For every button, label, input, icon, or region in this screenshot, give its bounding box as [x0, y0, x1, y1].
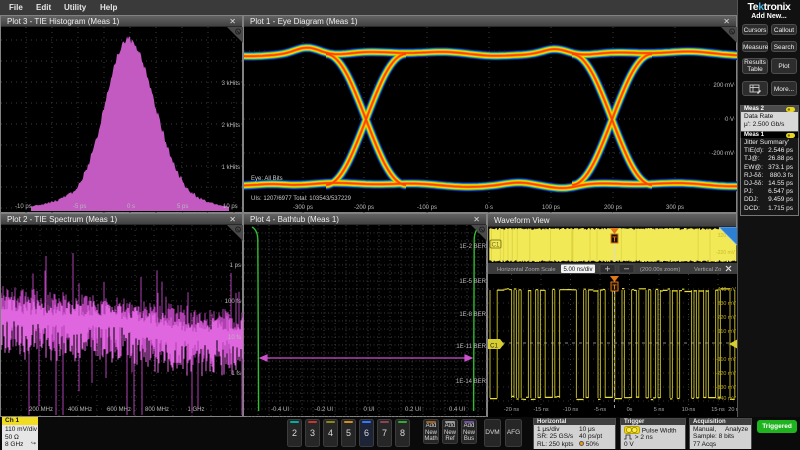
svg-text:300 ps: 300 ps: [666, 205, 684, 211]
svg-text:330 mV: 330 mV: [717, 301, 736, 307]
svg-text:(200.00x zoom): (200.00x zoom): [640, 267, 680, 273]
svg-text:-0.2 UI: -0.2 UI: [315, 407, 333, 413]
svg-text:440 mV: 440 mV: [717, 287, 736, 293]
svg-text:-5 ps: -5 ps: [73, 204, 86, 210]
svg-text:-440 mV: -440 mV: [716, 396, 737, 402]
svg-text:2 kHits: 2 kHits: [222, 123, 240, 129]
svg-text:1 kHits: 1 kHits: [222, 165, 240, 171]
svg-text:200 mV: 200 mV: [713, 83, 734, 89]
svg-text:0 UI: 0 UI: [363, 407, 374, 413]
svg-text:-300 ps: -300 ps: [293, 205, 313, 211]
svg-text:T: T: [612, 237, 617, 244]
svg-text:110 mV: 110 mV: [718, 329, 737, 335]
svg-text:100 fs: 100 fs: [225, 299, 241, 305]
svg-text:Vertical Zo: Vertical Zo: [694, 267, 721, 273]
svg-text:3 kHits: 3 kHits: [222, 81, 240, 87]
svg-text:Eye: All Bits: Eye: All Bits: [251, 176, 283, 182]
svg-text:15 ns: 15 ns: [711, 407, 725, 413]
svg-text:0 s: 0 s: [485, 205, 493, 211]
svg-text:1E-5 BER: 1E-5 BER: [459, 279, 486, 285]
svg-text:Horizontal Zoom Scale: Horizontal Zoom Scale: [497, 267, 556, 273]
svg-text:1E-14 BER: 1E-14 BER: [456, 379, 487, 385]
svg-text:-200 ps: -200 ps: [354, 205, 374, 211]
svg-text:-20 ns: -20 ns: [504, 407, 520, 413]
svg-text:0 s: 0 s: [127, 204, 135, 210]
svg-text:-220 mV: -220 mV: [716, 250, 736, 256]
svg-text:1E-2 BER: 1E-2 BER: [459, 244, 486, 250]
svg-text:5 ps: 5 ps: [177, 204, 188, 210]
svg-text:0.4 UI: 0.4 UI: [449, 407, 465, 413]
svg-text:C1: C1: [490, 344, 498, 350]
svg-text:1 fs: 1 fs: [231, 371, 241, 377]
svg-text:0 V: 0 V: [725, 117, 734, 123]
svg-text:1E-8 BER: 1E-8 BER: [459, 312, 486, 318]
svg-text:-10 ns: -10 ns: [563, 407, 579, 413]
svg-text:5 ns: 5 ns: [654, 407, 665, 413]
svg-text:10 fs: 10 fs: [228, 335, 241, 341]
svg-text:-200 mV: -200 mV: [711, 151, 734, 157]
svg-text:1E-11 BER: 1E-11 BER: [456, 344, 486, 350]
svg-text:1 ps: 1 ps: [230, 263, 241, 269]
svg-text:-100 ps: -100 ps: [417, 205, 437, 211]
svg-text:100 ps: 100 ps: [542, 205, 560, 211]
svg-text:220 mV: 220 mV: [717, 315, 736, 321]
svg-text:-330 mV: -330 mV: [716, 385, 737, 391]
svg-text:UIs: 1207/6977 Total:: UIs: 1207/6977 Total: 103543/537229: [251, 196, 352, 202]
svg-text:-5 ns: -5 ns: [594, 407, 606, 413]
svg-text:400 MHz: 400 MHz: [68, 407, 92, 413]
svg-text:200 MHz: 200 MHz: [29, 407, 53, 413]
svg-text:-110 mV: -110 mV: [716, 357, 736, 363]
svg-text:0.2 UI: 0.2 UI: [405, 407, 421, 413]
svg-text:-220 mV: -220 mV: [716, 371, 737, 377]
svg-text:C1: C1: [492, 243, 500, 249]
svg-text:600 MHz: 600 MHz: [107, 407, 131, 413]
svg-text:1 GHz: 1 GHz: [187, 407, 204, 413]
svg-text:800 MHz: 800 MHz: [145, 407, 169, 413]
svg-text:10 ns: 10 ns: [682, 407, 696, 413]
svg-text:-15 ns: -15 ns: [533, 407, 549, 413]
svg-text:T: T: [612, 285, 617, 292]
svg-text:-0.4 UI: -0.4 UI: [271, 407, 289, 413]
svg-text:10 ps: 10 ps: [223, 204, 238, 210]
svg-text:-10 ps: -10 ps: [15, 204, 32, 210]
svg-text:0s: 0s: [627, 407, 633, 413]
svg-text:200 ps: 200 ps: [604, 205, 622, 211]
svg-text:5.00 ns/div: 5.00 ns/div: [563, 267, 592, 273]
